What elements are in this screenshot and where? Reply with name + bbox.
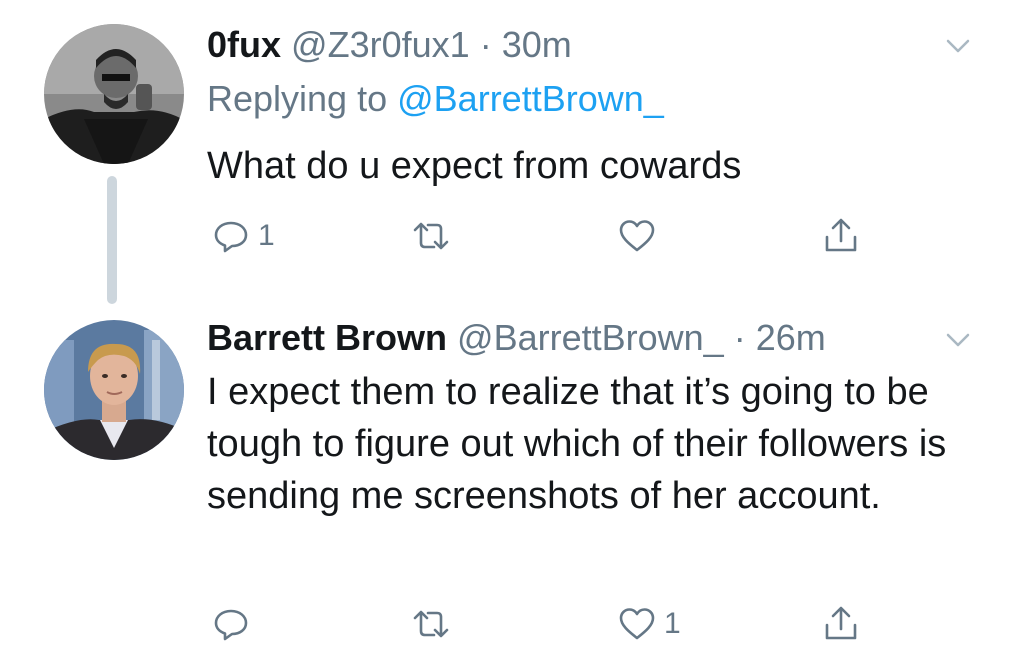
display-name[interactable]: Barrett Brown <box>207 317 447 358</box>
like-count: 1 <box>664 607 681 640</box>
share-button[interactable] <box>818 206 864 266</box>
reply-button[interactable] <box>208 594 258 654</box>
avatar[interactable] <box>44 320 184 460</box>
avatar-photo-barrett-brown <box>44 320 184 460</box>
chevron-down-icon[interactable] <box>940 28 976 64</box>
tweet-actions: 1 <box>0 594 1024 654</box>
heart-icon <box>619 220 655 252</box>
avatar-photo-0fux <box>44 24 184 164</box>
tweet-header: 0fux @Z3r0fux1 · 30m <box>207 20 944 70</box>
reply-icon <box>214 221 248 253</box>
share-icon <box>825 218 857 252</box>
display-name[interactable]: 0fux <box>207 24 281 65</box>
reply-button[interactable]: 1 <box>208 206 275 266</box>
like-button[interactable] <box>614 206 664 266</box>
replying-to-mention[interactable]: @BarrettBrown_ <box>397 78 664 119</box>
reply-icon <box>214 609 248 641</box>
tweet-actions: 1 <box>0 206 1024 266</box>
tweet-text: What do u expect from cowards <box>207 145 742 187</box>
user-handle[interactable]: @BarrettBrown_ <box>457 317 724 358</box>
heart-icon <box>619 608 655 640</box>
separator-dot: · <box>733 317 746 358</box>
timestamp[interactable]: 26m <box>756 317 826 358</box>
retweet-icon <box>413 610 449 638</box>
replying-to-line: Replying to @BarrettBrown_ <box>207 74 664 124</box>
reply-count: 1 <box>258 219 275 252</box>
like-button[interactable]: 1 <box>614 594 681 654</box>
share-button[interactable] <box>818 594 864 654</box>
tweet-header: Barrett Brown @BarrettBrown_ · 26m <box>207 313 944 363</box>
tweet-0fux[interactable]: 0fux @Z3r0fux1 · 30m Replying to @Barret… <box>0 0 1024 304</box>
separator-dot: · <box>479 24 492 65</box>
tweet-text: I expect them to realize that it’s going… <box>207 371 947 517</box>
replying-to-label: Replying to <box>207 78 388 119</box>
retweet-button[interactable] <box>408 594 458 654</box>
avatar[interactable] <box>44 24 184 164</box>
timestamp[interactable]: 30m <box>502 24 572 65</box>
user-handle[interactable]: @Z3r0fux1 <box>291 24 470 65</box>
chevron-down-icon[interactable] <box>940 322 976 358</box>
share-icon <box>825 606 857 640</box>
retweet-button[interactable] <box>408 206 458 266</box>
retweet-icon <box>413 222 449 250</box>
tweet-barrett-brown[interactable]: Barrett Brown @BarrettBrown_ · 26m I exp… <box>0 300 1024 668</box>
